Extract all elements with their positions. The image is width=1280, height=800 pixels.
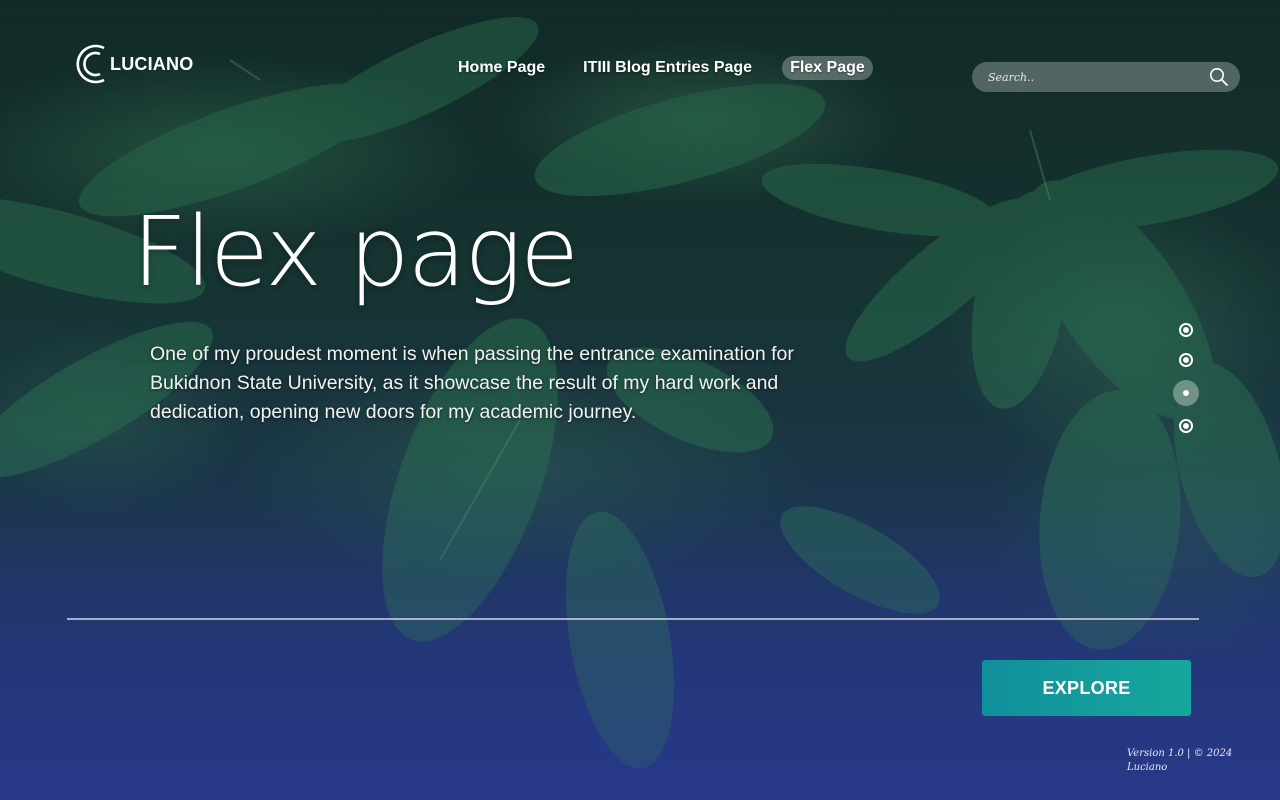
search-input[interactable] <box>988 70 1208 84</box>
brand-name: LUCIANO <box>110 53 194 74</box>
version-footer: Version 1.0 | © 2024 Luciano <box>1127 747 1257 775</box>
explore-button[interactable]: EXPLORE <box>982 660 1191 716</box>
site-header: LUCIANO Home Page ITIII Blog Entries Pag… <box>66 36 1240 96</box>
pager-dot-3-active[interactable] <box>1173 380 1199 406</box>
pager-dot-2[interactable] <box>1176 350 1196 370</box>
slide-pager <box>1173 320 1199 436</box>
logo-c-icon <box>76 44 105 84</box>
main-nav: Home Page ITIII Blog Entries Page Flex P… <box>450 56 873 80</box>
section-divider <box>67 618 1199 620</box>
nav-home-page[interactable]: Home Page <box>450 56 553 80</box>
search-icon <box>1210 68 1228 86</box>
pager-dot-4[interactable] <box>1176 416 1196 436</box>
pager-dot-1[interactable] <box>1176 320 1196 340</box>
search-bar <box>972 62 1240 92</box>
page-title: Flex page <box>132 196 579 308</box>
author-line: Luciano <box>1127 762 1168 773</box>
brand-logo[interactable]: LUCIANO <box>66 36 193 92</box>
nav-blog-entries-page[interactable]: ITIII Blog Entries Page <box>575 56 760 80</box>
nav-flex-page[interactable]: Flex Page <box>782 56 873 80</box>
hero-description: One of my proudest moment is when passin… <box>150 343 794 423</box>
search-button[interactable] <box>1208 66 1230 88</box>
version-line: Version 1.0 | © 2024 <box>1127 748 1233 759</box>
